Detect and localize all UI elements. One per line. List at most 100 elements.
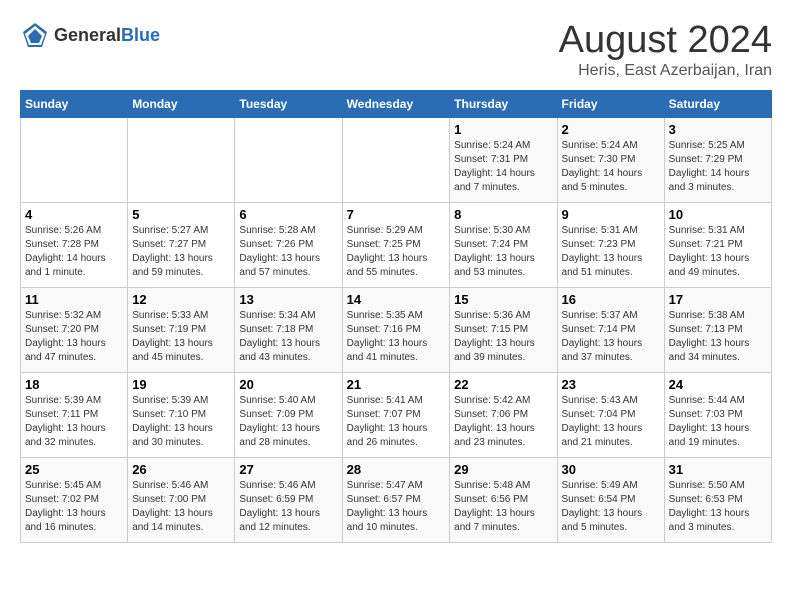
day-info: Sunrise: 5:39 AM Sunset: 7:11 PM Dayligh… — [25, 394, 123, 450]
calendar-cell: 18Sunrise: 5:39 AM Sunset: 7:11 PM Dayli… — [21, 372, 128, 457]
day-number: 8 — [454, 207, 552, 222]
day-info: Sunrise: 5:40 AM Sunset: 7:09 PM Dayligh… — [239, 394, 337, 450]
calendar-cell: 24Sunrise: 5:44 AM Sunset: 7:03 PM Dayli… — [664, 372, 771, 457]
calendar-week-row: 1Sunrise: 5:24 AM Sunset: 7:31 PM Daylig… — [21, 117, 772, 202]
calendar-header-row: SundayMondayTuesdayWednesdayThursdayFrid… — [21, 90, 772, 117]
day-info: Sunrise: 5:27 AM Sunset: 7:27 PM Dayligh… — [132, 224, 230, 280]
day-number: 28 — [347, 462, 446, 477]
day-number: 5 — [132, 207, 230, 222]
day-info: Sunrise: 5:48 AM Sunset: 6:56 PM Dayligh… — [454, 479, 552, 535]
day-number: 2 — [562, 122, 660, 137]
day-number: 31 — [669, 462, 767, 477]
day-info: Sunrise: 5:41 AM Sunset: 7:07 PM Dayligh… — [347, 394, 446, 450]
day-info: Sunrise: 5:50 AM Sunset: 6:53 PM Dayligh… — [669, 479, 767, 535]
logo-blue-text: Blue — [121, 25, 160, 45]
calendar-cell: 10 Sunrise: 5:31 AM Sunset: 7:21 PM Dayli… — [664, 202, 771, 287]
calendar-cell: 21 Sunrise: 5:41 AM Sunset: 7:07 PM Dayli… — [342, 372, 450, 457]
day-number: 9 — [562, 207, 660, 222]
calendar-table: SundayMondayTuesdayWednesdayThursdayFrid… — [20, 90, 772, 543]
day-info: Sunrise: 5:31 AM Sunset: 7:21 PM Dayligh… — [669, 224, 767, 280]
calendar-cell: 5 Sunrise: 5:27 AM Sunset: 7:27 PM Daylig… — [128, 202, 235, 287]
calendar-cell: 9Sunrise: 5:31 AM Sunset: 7:23 PM Daylig… — [557, 202, 664, 287]
calendar-cell: 4Sunrise: 5:26 AM Sunset: 7:28 PM Daylig… — [21, 202, 128, 287]
day-number: 30 — [562, 462, 660, 477]
day-info: Sunrise: 5:30 AM Sunset: 7:24 PM Dayligh… — [454, 224, 552, 280]
col-header-thursday: Thursday — [450, 90, 557, 117]
day-number: 15 — [454, 292, 552, 307]
page-subtitle: Heris, East Azerbaijan, Iran — [559, 62, 772, 80]
col-header-tuesday: Tuesday — [235, 90, 342, 117]
calendar-cell: 17 Sunrise: 5:38 AM Sunset: 7:13 PM Dayli… — [664, 287, 771, 372]
col-header-friday: Friday — [557, 90, 664, 117]
day-info: Sunrise: 5:24 AM Sunset: 7:30 PM Dayligh… — [562, 139, 660, 195]
day-number: 6 — [239, 207, 337, 222]
day-number: 11 — [25, 292, 123, 307]
header: GeneralBlue August 2024 Heris, East Azer… — [20, 20, 772, 80]
col-header-sunday: Sunday — [21, 90, 128, 117]
calendar-cell: 14 Sunrise: 5:35 AM Sunset: 7:16 PM Dayli… — [342, 287, 450, 372]
calendar-cell: 29 Sunrise: 5:48 AM Sunset: 6:56 PM Dayli… — [450, 457, 557, 542]
day-number: 12 — [132, 292, 230, 307]
col-header-saturday: Saturday — [664, 90, 771, 117]
day-info: Sunrise: 5:45 AM Sunset: 7:02 PM Dayligh… — [25, 479, 123, 535]
calendar-cell: 28 Sunrise: 5:47 AM Sunset: 6:57 PM Dayli… — [342, 457, 450, 542]
day-info: Sunrise: 5:46 AM Sunset: 6:59 PM Dayligh… — [239, 479, 337, 535]
calendar-cell: 31 Sunrise: 5:50 AM Sunset: 6:53 PM Dayli… — [664, 457, 771, 542]
calendar-cell: 30Sunrise: 5:49 AM Sunset: 6:54 PM Dayli… — [557, 457, 664, 542]
calendar-cell: 16Sunrise: 5:37 AM Sunset: 7:14 PM Dayli… — [557, 287, 664, 372]
day-number: 19 — [132, 377, 230, 392]
day-number: 27 — [239, 462, 337, 477]
day-info: Sunrise: 5:43 AM Sunset: 7:04 PM Dayligh… — [562, 394, 660, 450]
logo: GeneralBlue — [20, 20, 160, 50]
day-info: Sunrise: 5:34 AM Sunset: 7:18 PM Dayligh… — [239, 309, 337, 365]
day-number: 7 — [347, 207, 446, 222]
calendar-cell: 26 Sunrise: 5:46 AM Sunset: 7:00 PM Dayli… — [128, 457, 235, 542]
day-number: 10 — [669, 207, 767, 222]
calendar-week-row: 11Sunrise: 5:32 AM Sunset: 7:20 PM Dayli… — [21, 287, 772, 372]
day-info: Sunrise: 5:36 AM Sunset: 7:15 PM Dayligh… — [454, 309, 552, 365]
day-info: Sunrise: 5:29 AM Sunset: 7:25 PM Dayligh… — [347, 224, 446, 280]
calendar-cell: 1Sunrise: 5:24 AM Sunset: 7:31 PM Daylig… — [450, 117, 557, 202]
calendar-week-row: 25 Sunrise: 5:45 AM Sunset: 7:02 PM Dayli… — [21, 457, 772, 542]
calendar-week-row: 18Sunrise: 5:39 AM Sunset: 7:11 PM Dayli… — [21, 372, 772, 457]
day-number: 16 — [562, 292, 660, 307]
calendar-cell: 22 Sunrise: 5:42 AM Sunset: 7:06 PM Dayli… — [450, 372, 557, 457]
calendar-cell — [342, 117, 450, 202]
day-info: Sunrise: 5:39 AM Sunset: 7:10 PM Dayligh… — [132, 394, 230, 450]
calendar-week-row: 4Sunrise: 5:26 AM Sunset: 7:28 PM Daylig… — [21, 202, 772, 287]
calendar-cell — [235, 117, 342, 202]
day-number: 29 — [454, 462, 552, 477]
day-number: 20 — [239, 377, 337, 392]
day-info: Sunrise: 5:33 AM Sunset: 7:19 PM Dayligh… — [132, 309, 230, 365]
page-title: August 2024 — [559, 20, 772, 62]
day-info: Sunrise: 5:47 AM Sunset: 6:57 PM Dayligh… — [347, 479, 446, 535]
day-number: 3 — [669, 122, 767, 137]
calendar-cell: 2 Sunrise: 5:24 AM Sunset: 7:30 PM Daylig… — [557, 117, 664, 202]
calendar-cell — [21, 117, 128, 202]
calendar-cell: 19 Sunrise: 5:39 AM Sunset: 7:10 PM Dayli… — [128, 372, 235, 457]
day-number: 21 — [347, 377, 446, 392]
day-number: 26 — [132, 462, 230, 477]
calendar-cell: 3Sunrise: 5:25 AM Sunset: 7:29 PM Daylig… — [664, 117, 771, 202]
calendar-cell — [128, 117, 235, 202]
day-info: Sunrise: 5:24 AM Sunset: 7:31 PM Dayligh… — [454, 139, 552, 195]
calendar-cell: 6 Sunrise: 5:28 AM Sunset: 7:26 PM Daylig… — [235, 202, 342, 287]
calendar-cell: 20 Sunrise: 5:40 AM Sunset: 7:09 PM Dayli… — [235, 372, 342, 457]
day-info: Sunrise: 5:28 AM Sunset: 7:26 PM Dayligh… — [239, 224, 337, 280]
day-number: 13 — [239, 292, 337, 307]
day-info: Sunrise: 5:38 AM Sunset: 7:13 PM Dayligh… — [669, 309, 767, 365]
day-info: Sunrise: 5:46 AM Sunset: 7:00 PM Dayligh… — [132, 479, 230, 535]
col-header-wednesday: Wednesday — [342, 90, 450, 117]
day-number: 23 — [562, 377, 660, 392]
day-number: 17 — [669, 292, 767, 307]
col-header-monday: Monday — [128, 90, 235, 117]
day-number: 22 — [454, 377, 552, 392]
day-number: 14 — [347, 292, 446, 307]
calendar-cell: 7 Sunrise: 5:29 AM Sunset: 7:25 PM Daylig… — [342, 202, 450, 287]
day-number: 25 — [25, 462, 123, 477]
day-info: Sunrise: 5:42 AM Sunset: 7:06 PM Dayligh… — [454, 394, 552, 450]
calendar-cell: 12 Sunrise: 5:33 AM Sunset: 7:19 PM Dayli… — [128, 287, 235, 372]
day-number: 24 — [669, 377, 767, 392]
calendar-cell: 13 Sunrise: 5:34 AM Sunset: 7:18 PM Dayli… — [235, 287, 342, 372]
day-info: Sunrise: 5:35 AM Sunset: 7:16 PM Dayligh… — [347, 309, 446, 365]
